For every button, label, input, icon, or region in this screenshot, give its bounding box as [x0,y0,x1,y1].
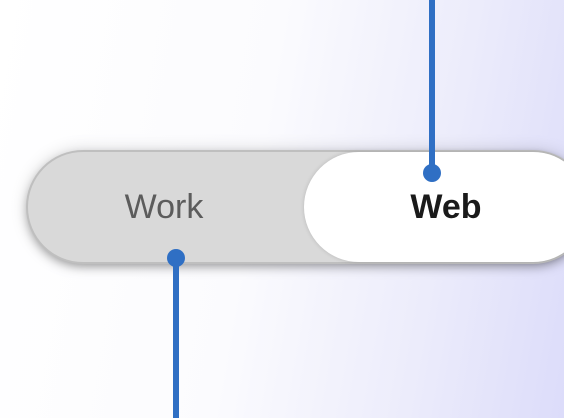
callout-line-web [429,0,435,172]
segmented-control: Work Web [28,152,564,262]
segment-web-label: Web [410,187,482,226]
callout-dot-work [167,249,185,267]
callout-line-work [173,258,179,418]
segment-work[interactable]: Work [28,152,300,262]
segment-work-label: Work [124,187,204,226]
callout-dot-web [423,164,441,182]
